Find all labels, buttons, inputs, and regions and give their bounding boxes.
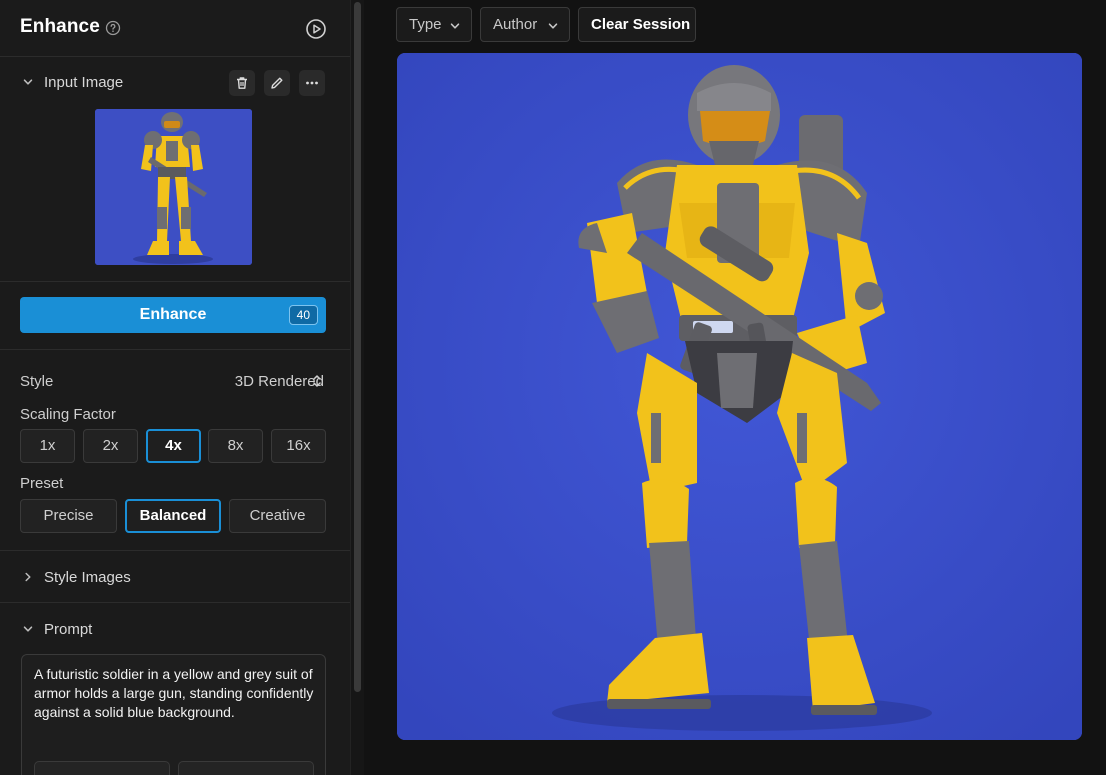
scale-option-8x[interactable]: 8x: [208, 429, 263, 463]
scrollbar-thumb[interactable]: [354, 2, 361, 692]
prompt-label: Prompt: [44, 621, 93, 638]
style-images-header[interactable]: Style Images: [0, 568, 350, 588]
pencil-icon: [271, 77, 283, 89]
result-image-canvas[interactable]: [397, 53, 1082, 740]
scale-option-4x[interactable]: 4x: [146, 429, 201, 463]
chevron-up-down-icon[interactable]: [311, 373, 323, 389]
divider: [0, 281, 350, 282]
type-filter-button[interactable]: Type: [396, 7, 472, 42]
enhance-button-label: Enhance: [139, 306, 207, 323]
help-icon[interactable]: [105, 20, 121, 36]
chevron-down-icon: [23, 79, 33, 85]
input-image-header[interactable]: Input Image: [0, 70, 350, 96]
clear-session-button[interactable]: Clear Session: [578, 7, 696, 42]
chevron-down-icon: [23, 626, 33, 632]
panel-title: Enhance: [20, 16, 100, 37]
scale-option-16x[interactable]: 16x: [271, 429, 326, 463]
preset-option-creative[interactable]: Creative: [229, 499, 326, 533]
more-options-button[interactable]: [299, 70, 325, 96]
chevron-right-icon: [25, 572, 31, 582]
author-filter-button[interactable]: Author: [480, 7, 570, 42]
divider: [0, 602, 350, 603]
scale-option-1x[interactable]: 1x: [20, 429, 75, 463]
edit-image-button[interactable]: [264, 70, 290, 96]
preset-option-balanced[interactable]: Balanced: [125, 499, 221, 533]
run-icon[interactable]: [305, 18, 327, 40]
credit-cost-badge: 40: [288, 305, 318, 325]
input-image-label: Input Image: [44, 74, 124, 91]
sidebar-scrollbar[interactable]: [350, 0, 364, 775]
preset-label: Preset: [20, 475, 64, 492]
chevron-down-icon: [450, 23, 460, 29]
soldier-render-image: [397, 53, 1082, 740]
prompt-action-button[interactable]: [34, 761, 170, 775]
chevron-down-icon: [548, 23, 558, 29]
divider: [0, 349, 350, 350]
input-image-thumbnail[interactable]: [95, 109, 252, 265]
trash-icon: [237, 77, 247, 89]
panel-header: Enhance: [0, 0, 350, 57]
scale-option-2x[interactable]: 2x: [83, 429, 138, 463]
enhance-button[interactable]: Enhance 40: [20, 297, 326, 333]
divider: [0, 550, 350, 551]
style-images-label: Style Images: [44, 569, 131, 586]
style-label: Style: [20, 373, 54, 390]
soldier-thumbnail-image: [95, 109, 252, 265]
prompt-header[interactable]: Prompt: [0, 620, 350, 640]
type-filter-label: Type: [409, 16, 442, 33]
delete-image-button[interactable]: [229, 70, 255, 96]
enhance-panel: Enhance Input Image Enhance 40 Style 3D …: [0, 0, 350, 775]
prompt-textarea[interactable]: A futuristic soldier in a yellow and gre…: [21, 654, 326, 775]
clear-session-label: Clear Session: [591, 16, 691, 33]
preset-option-precise[interactable]: Precise: [20, 499, 117, 533]
scaling-factor-label: Scaling Factor: [20, 406, 116, 423]
more-horizontal-icon: [306, 81, 318, 85]
prompt-text[interactable]: A futuristic soldier in a yellow and gre…: [34, 665, 316, 722]
author-filter-label: Author: [493, 16, 538, 33]
prompt-action-button[interactable]: [178, 761, 314, 775]
